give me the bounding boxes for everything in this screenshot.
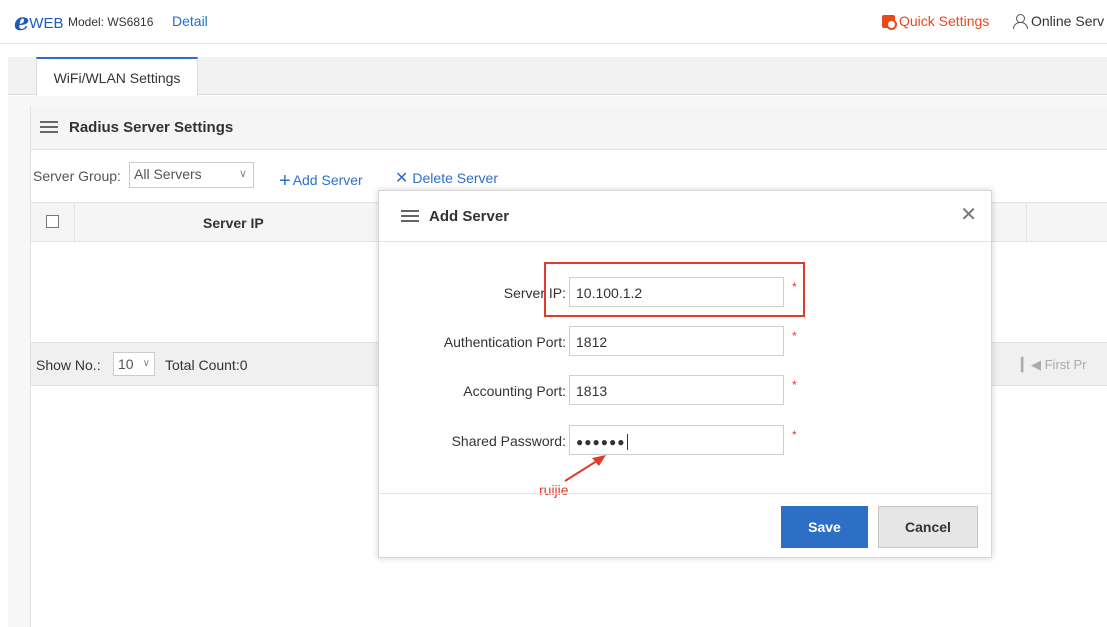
panel-header: Radius Server Settings [31, 106, 1107, 150]
plus-icon: + [279, 170, 291, 192]
model-label: Model: WS6816 [68, 15, 154, 29]
menu-icon [40, 121, 58, 134]
show-no-label: Show No.: [36, 357, 101, 373]
form-row-shared-password: Shared Password: ●●●●●● * [379, 425, 991, 457]
page-size-select[interactable]: 10 ∨ [113, 352, 155, 376]
column-divider [1026, 203, 1027, 243]
column-divider [74, 203, 75, 243]
quick-settings-link[interactable]: Quick Settings [882, 13, 990, 30]
dialog-footer: Save Cancel [379, 493, 991, 557]
close-icon[interactable]: ✕ [960, 204, 977, 226]
auth-port-label: Authentication Port: [443, 334, 566, 350]
logo-web: WEB [29, 15, 64, 32]
delete-server-label: Delete Server [412, 170, 498, 186]
server-group-value: All Servers [134, 166, 202, 182]
quick-settings-label: Quick Settings [899, 13, 990, 29]
server-group-select[interactable]: All Servers ∨ [129, 162, 254, 188]
auth-port-input[interactable]: 1812 [569, 326, 784, 356]
add-server-dialog: Add Server ✕ Server IP: 10.100.1.2 * Aut… [378, 190, 992, 558]
pager-first-prev[interactable]: ▎◀ First Pr [1021, 357, 1087, 373]
accounting-port-label: Accounting Port: [463, 383, 566, 399]
add-server-button[interactable]: + Add Server [279, 168, 363, 192]
cancel-button[interactable]: Cancel [878, 506, 978, 548]
user-icon [1013, 14, 1028, 29]
save-button[interactable]: Save [781, 506, 868, 548]
add-server-label: Add Server [292, 172, 363, 188]
online-service-label: Online Serv [1031, 13, 1105, 29]
dialog-title: Add Server [429, 207, 510, 225]
pager-label: First Pr [1044, 357, 1087, 372]
panel-title: Radius Server Settings [69, 119, 234, 136]
logo-e: e [14, 7, 30, 36]
form-row-server-ip: Server IP: 10.100.1.2 * [379, 277, 991, 309]
accounting-port-input[interactable]: 1813 [569, 375, 784, 405]
quick-settings-icon [882, 14, 897, 30]
required-marker: * [792, 428, 797, 442]
tab-strip: WiFi/WLAN Settings [8, 57, 1107, 96]
text-caret [626, 434, 628, 451]
server-ip-label: Server IP: [503, 285, 566, 301]
annotation-arrow-icon [564, 455, 606, 482]
close-icon: ✕ [395, 170, 409, 187]
eweb-logo: e WEB [14, 7, 64, 36]
password-dots: ●●●●●● [576, 435, 626, 449]
column-server-ip: Server IP [203, 215, 264, 231]
shared-password-input[interactable]: ●●●●●● [569, 425, 784, 455]
delete-server-button[interactable]: ✕ Delete Server [395, 168, 498, 188]
form-row-accounting-port: Accounting Port: 1813 * [379, 375, 991, 407]
shared-password-label: Shared Password: [451, 433, 566, 449]
required-marker: * [792, 280, 797, 294]
required-marker: * [792, 329, 797, 343]
dialog-header: Add Server ✕ [379, 191, 991, 242]
required-marker: * [792, 378, 797, 392]
total-count: Total Count:0 [165, 357, 248, 373]
server-ip-input[interactable]: 10.100.1.2 [569, 277, 784, 307]
chevron-down-icon: ∨ [142, 358, 150, 369]
tab-wifi-wlan-settings[interactable]: WiFi/WLAN Settings [36, 57, 198, 96]
server-group-label: Server Group: [33, 168, 121, 184]
top-bar: e WEB Model: WS6816 Detail Quick Setting… [0, 0, 1107, 44]
online-service-link[interactable]: Online Serv [1013, 13, 1104, 29]
chevron-down-icon: ∨ [238, 168, 247, 180]
detail-link[interactable]: Detail [172, 13, 208, 29]
page-size-value: 10 [118, 356, 134, 372]
menu-icon [401, 209, 419, 223]
form-row-auth-port: Authentication Port: 1812 * [379, 326, 991, 358]
select-all-checkbox[interactable] [46, 215, 59, 228]
